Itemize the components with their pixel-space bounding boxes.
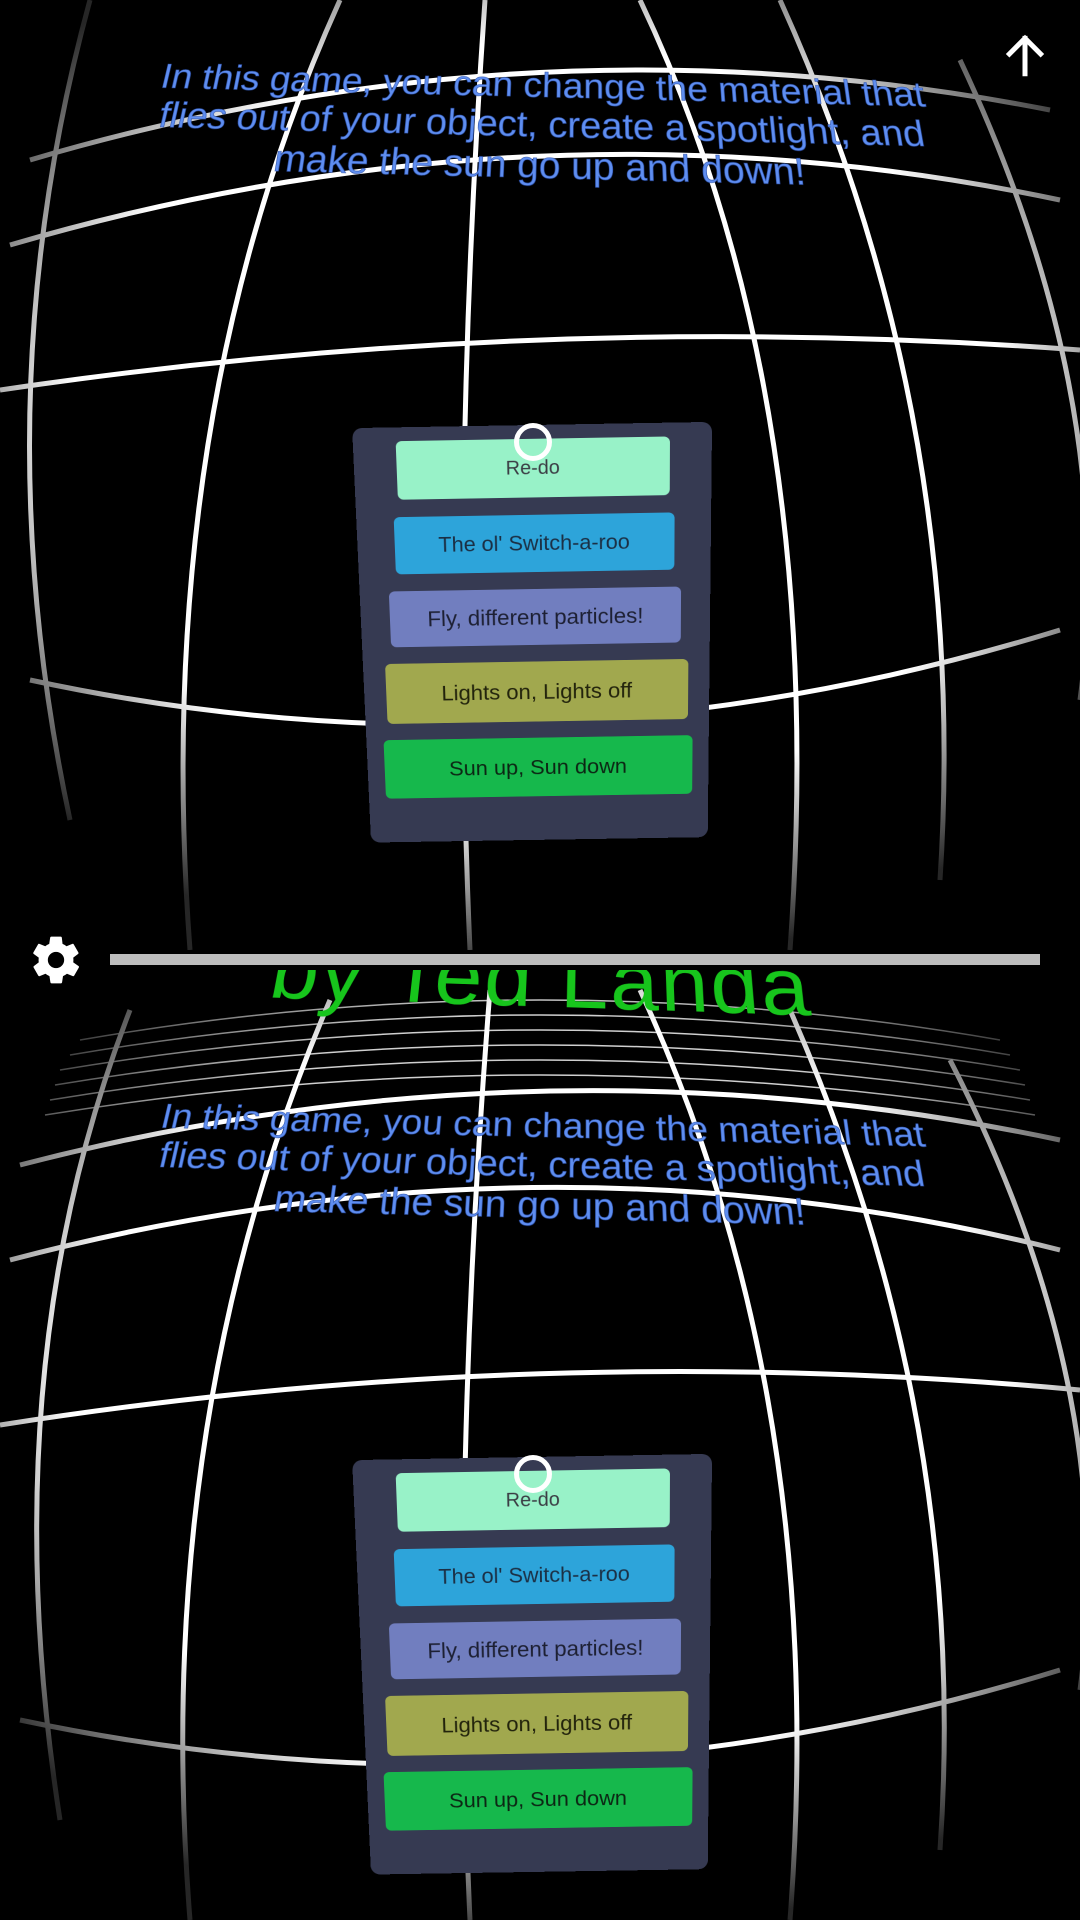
gaze-reticle	[514, 1455, 552, 1493]
left-eye-view: In this game, you can change the materia…	[0, 0, 1080, 950]
gear-icon[interactable]	[28, 932, 84, 988]
menu-panel: Re-do The ol' Switch-a-roo Fly, differen…	[352, 1453, 713, 1875]
sun-toggle-button[interactable]: Sun up, Sun down	[383, 1767, 693, 1831]
eye-divider	[110, 954, 1040, 965]
vr-viewport: In this game, you can change the materia…	[0, 0, 1080, 1920]
lights-toggle-button[interactable]: Lights on, Lights off	[384, 1690, 688, 1756]
arrow-up-icon[interactable]	[1000, 30, 1050, 80]
sun-toggle-button[interactable]: Sun up, Sun down	[383, 735, 693, 799]
intro-text: In this game, you can change the materia…	[155, 1097, 929, 1235]
lights-toggle-button[interactable]: Lights on, Lights off	[384, 658, 688, 724]
right-eye-view: by Ted Landa In this game, you can chang…	[0, 970, 1080, 1920]
intro-text: In this game, you can change the materia…	[155, 57, 929, 195]
gaze-reticle	[514, 423, 552, 461]
switch-a-roo-button[interactable]: The ol' Switch-a-roo	[393, 1544, 675, 1607]
fly-particles-button[interactable]: Fly, different particles!	[388, 1618, 682, 1680]
menu-panel: Re-do The ol' Switch-a-roo Fly, differen…	[352, 421, 713, 843]
fly-particles-button[interactable]: Fly, different particles!	[388, 586, 682, 648]
switch-a-roo-button[interactable]: The ol' Switch-a-roo	[393, 512, 675, 575]
